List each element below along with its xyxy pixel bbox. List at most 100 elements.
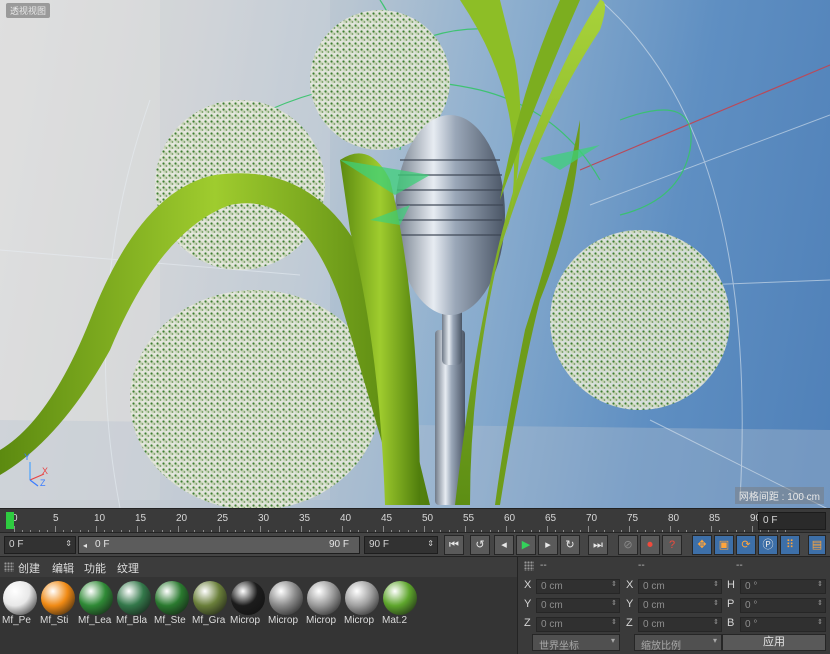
scale-mode-dropdown[interactable]: 缩放比例 ▾ (634, 634, 722, 652)
spinner-icon[interactable]: ⇕ (817, 599, 823, 607)
pos-y-field[interactable]: 0 cm ⇕ (536, 598, 620, 613)
ruler-tick-label: 80 (668, 513, 680, 524)
spinner-icon[interactable]: ⇕ (817, 580, 823, 588)
size-y-value: 0 cm (643, 600, 665, 611)
spinner-icon[interactable]: ⇕ (713, 618, 719, 626)
apply-button[interactable]: 应用 (722, 634, 826, 651)
size-z-value: 0 cm (643, 619, 665, 630)
world-coord-dropdown[interactable]: 世界坐标 ▾ (532, 634, 620, 652)
material-preview-icon (193, 581, 227, 615)
ruler-tick-label: 85 (709, 513, 721, 524)
menu-function[interactable]: 功能 (84, 560, 106, 576)
material-label: Microp (268, 615, 299, 626)
pos-x-field[interactable]: 0 cm ⇕ (536, 579, 620, 594)
next-key-button[interactable]: ↻ (560, 535, 580, 555)
first-frame-button[interactable]: ⏮ (444, 535, 464, 555)
frame-range-slider[interactable]: ◂ 0 F 90 F (78, 536, 360, 554)
spinner-icon[interactable]: ⇕ (611, 580, 617, 588)
viewport-title: 透视视图 (6, 3, 51, 18)
pla-key-button[interactable]: ⠿ (780, 535, 800, 555)
panel-grip-icon[interactable] (524, 561, 534, 571)
material-swatch[interactable]: Microp (268, 579, 304, 626)
key-off-button[interactable]: ⊘ (618, 535, 638, 555)
rot-p-value: 0 ° (745, 600, 758, 611)
menu-edit[interactable]: 编辑 (52, 560, 74, 576)
material-label: Mat.2 (382, 615, 408, 626)
rotate-icon: ⟳ (741, 539, 751, 551)
size-header: -- (638, 560, 645, 571)
playhead[interactable] (6, 512, 14, 529)
start-frame-value: 0 F (9, 539, 24, 550)
material-swatch[interactable]: Mf_Sti (40, 579, 76, 626)
record-button[interactable]: ⏺ (640, 535, 660, 555)
prev-frame-button[interactable]: ◂ (494, 535, 514, 555)
scale-key-button[interactable]: ▣ (714, 535, 734, 555)
material-label: Mf_Bla (116, 615, 148, 626)
position-header: -- (540, 560, 547, 571)
size-x-field[interactable]: 0 cm ⇕ (638, 579, 722, 594)
next-frame-button[interactable]: ▸ (538, 535, 558, 555)
move-key-button[interactable]: ✥ (692, 535, 712, 555)
size-x-label: X (626, 579, 634, 591)
timeline-ruler[interactable]: 0 5 10 15 20 25 30 35 40 45 50 55 60 65 70 75 80 85 90 0 F (0, 508, 830, 533)
spinner-icon[interactable]: ⇕ (713, 599, 719, 607)
menu-texture[interactable]: 纹理 (117, 560, 139, 576)
perspective-viewport[interactable]: 透视视图 Y X Z 网格间距 : 100 cm (0, 0, 830, 508)
spinner-icon[interactable]: ⇕ (611, 599, 617, 607)
material-label: Mf_Lea (78, 615, 112, 626)
param-key-button[interactable]: Ⓟ (758, 535, 778, 555)
spinner-icon[interactable]: ⇕ (713, 580, 719, 588)
spinner-icon[interactable]: ⇕ (817, 618, 823, 626)
material-swatch[interactable]: Mf_Pe (2, 579, 38, 626)
end-frame-field[interactable]: 90 F ⇕ (364, 536, 438, 554)
material-label: Mf_Sti (40, 615, 69, 626)
skip-start-icon: ⏮ (449, 539, 459, 551)
rot-h-label: H (727, 579, 735, 591)
ruler-tick-label: 75 (627, 513, 639, 524)
coordinate-header: -- -- -- (518, 557, 830, 575)
rot-b-field[interactable]: 0 ° ⇕ (740, 617, 826, 632)
material-swatch[interactable]: Microp (344, 579, 380, 626)
menu-create[interactable]: 创建 (18, 560, 40, 576)
panel-grip-icon[interactable] (4, 562, 14, 572)
size-z-field[interactable]: 0 cm ⇕ (638, 617, 722, 632)
step-back-icon: ◂ (501, 539, 507, 551)
axis-label-y: Y (24, 452, 31, 462)
param-icon: Ⓟ (762, 539, 774, 551)
rot-p-field[interactable]: 0 ° ⇕ (740, 598, 826, 613)
material-preview-icon (41, 581, 75, 615)
material-label: Microp (230, 615, 261, 626)
range-start-value: 0 F (95, 539, 110, 550)
material-swatch[interactable]: Mf_Lea (78, 579, 114, 626)
pos-y-value: 0 cm (541, 600, 563, 611)
animation-toolbar: 0 F ⇕ ◂ 0 F 90 F 90 F ⇕ ⏮ ↺ ◂ ▶ ▸ ↻ ⏭ ⊘ … (0, 532, 830, 556)
material-swatch[interactable]: Microp (306, 579, 342, 626)
material-swatch[interactable]: Mf_Bla (116, 579, 152, 626)
size-z-label: Z (626, 617, 633, 629)
spinner-icon[interactable]: ⇕ (611, 618, 617, 626)
range-left-handle[interactable]: ◂ (83, 541, 87, 550)
start-frame-field[interactable]: 0 F ⇕ (4, 536, 76, 554)
timeline-button[interactable]: ▤ (808, 535, 826, 555)
rotate-key-button[interactable]: ⟳ (736, 535, 756, 555)
material-preview-icon (117, 581, 151, 615)
material-label: Microp (306, 615, 337, 626)
material-swatch[interactable]: Mf_Ste (154, 579, 190, 626)
ruler-tick-label: 10 (94, 513, 106, 524)
last-frame-button[interactable]: ⏭ (588, 535, 608, 555)
rot-h-field[interactable]: 0 ° ⇕ (740, 579, 826, 594)
prev-key-button[interactable]: ↺ (470, 535, 490, 555)
scale-icon: ▣ (718, 539, 730, 551)
size-y-field[interactable]: 0 cm ⇕ (638, 598, 722, 613)
pos-z-field[interactable]: 0 cm ⇕ (536, 617, 620, 632)
current-frame-field[interactable]: 0 F (758, 512, 826, 530)
frame-ruler[interactable]: 0 5 10 15 20 25 30 35 40 45 50 55 60 65 70 75 80 85 90 (6, 509, 786, 533)
spinner-icon[interactable]: ⇕ (65, 539, 72, 548)
spinner-icon[interactable]: ⇕ (427, 539, 434, 548)
ruler-tick-label: 50 (422, 513, 434, 524)
material-swatch[interactable]: Mf_Gra (192, 579, 228, 626)
material-swatch[interactable]: Mat.2 (382, 579, 418, 626)
autokey-button[interactable]: ? (662, 535, 682, 555)
material-swatch[interactable]: Microp (230, 579, 266, 626)
play-button[interactable]: ▶ (516, 535, 536, 555)
